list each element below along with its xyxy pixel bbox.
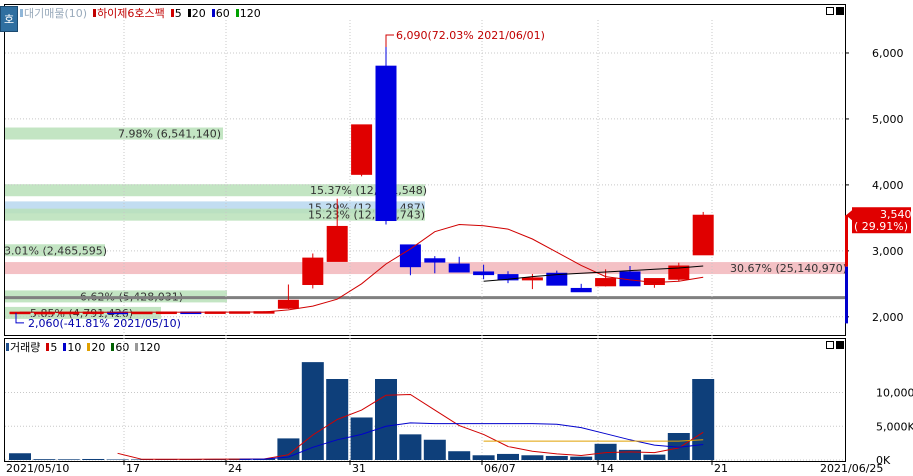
date-label: 17 [126, 462, 140, 475]
candle-body [351, 124, 373, 175]
candle-body [448, 263, 470, 273]
candle-body [399, 244, 421, 268]
volume-bar [692, 379, 715, 460]
current-change-label: ( 29.91%) [854, 220, 908, 233]
volume-bar [399, 434, 422, 460]
volume-profile-label: 15.37% (12,601,548) [310, 184, 427, 197]
volume-profile-label: 7.98% (6,541,140) [118, 128, 221, 141]
volume-bar [570, 456, 593, 460]
date-label: 31 [352, 462, 366, 475]
volume-bar [350, 417, 373, 460]
volume-profile-label: 30.67% (25,140,970) [730, 262, 847, 275]
volume-bar [619, 449, 641, 460]
candle-body [521, 277, 543, 281]
volume-bar [448, 451, 471, 460]
candle-body [595, 278, 617, 287]
volume-profile-label: 15.23% (12,494,743) [308, 209, 425, 222]
volume-bar [33, 459, 56, 460]
price-tick-label: 5,000 [872, 113, 904, 126]
candle-body [302, 257, 324, 285]
volume-profile-band [5, 262, 845, 275]
stock-chart-window: 호 대기매물(10) 하이제6호스팩 5 20 60 120 거래량 5 10 20 60 120 … [0, 0, 913, 476]
date-label: 24 [228, 462, 242, 475]
volume-bar [643, 454, 666, 460]
volume-bar [521, 455, 544, 460]
price-tick-label: 6,000 [872, 47, 904, 60]
date-label: 06/07 [484, 462, 516, 475]
low-annotation: 2,060(-41.81% 2021/05/10) [28, 317, 181, 330]
high-annotation: 6,090(72.03% 2021/06/01) [396, 29, 545, 42]
date-label: 2021/05/10 [6, 462, 69, 475]
chart-canvas[interactable]: 7.98% (6,541,140) 15.37% (12,601,548) 15.2… [0, 0, 913, 476]
volume-bar [375, 379, 397, 460]
candle-body [692, 214, 714, 256]
candle-body [570, 287, 592, 293]
date-label: 21 [714, 462, 728, 475]
candle-body [424, 258, 446, 263]
price-tick-label: 4,000 [872, 179, 904, 192]
candle-body [375, 65, 397, 222]
volume-bar [472, 455, 495, 460]
price-tick-label: 3,000 [872, 245, 904, 258]
volume-bar [545, 455, 568, 460]
volume-tick-label: 5,000K [876, 420, 913, 433]
volume-profile-label: 3.01% (2,465,595) [4, 244, 107, 257]
volume-bar [9, 453, 31, 460]
volume-bar [57, 459, 80, 460]
high-marker [385, 34, 394, 48]
date-label: 2021/06/25 [820, 462, 883, 475]
volume-profile-layer: 7.98% (6,541,140) 15.37% (12,601,548) 15.2… [4, 127, 847, 320]
candle-body [326, 225, 348, 262]
volume-bar [497, 453, 519, 460]
price-tick-label: 2,000 [872, 311, 904, 324]
volume-bar [82, 458, 105, 460]
grid-layer [5, 20, 845, 461]
date-label: 14 [600, 462, 614, 475]
edge-bar-blue [845, 266, 848, 324]
edge-bar-red [845, 215, 848, 267]
annotation-layer: 6,090(72.03% 2021/06/01) 2,060(-41.81% 20… [15, 29, 912, 330]
volume-bar [423, 439, 446, 460]
volume-tick-label: 10,000K [876, 387, 913, 400]
volume-layer [9, 362, 715, 460]
candle-body [473, 271, 495, 276]
candle-body [277, 299, 299, 309]
volume-bar [106, 459, 129, 460]
